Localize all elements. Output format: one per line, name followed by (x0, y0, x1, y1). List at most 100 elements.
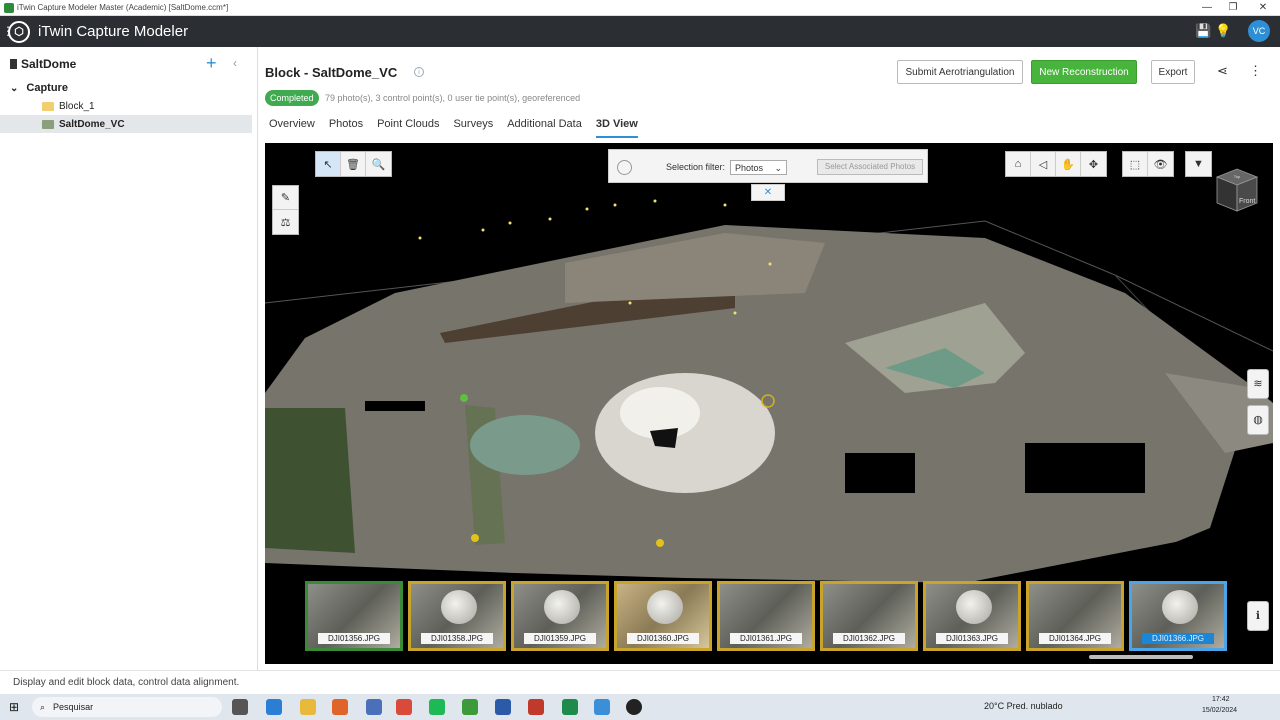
tree-item-block-1[interactable]: Block_1 (0, 97, 252, 115)
tab-3d-view[interactable]: 3D View (595, 118, 638, 138)
photo-thumbnail[interactable]: DJI01356.JPG (305, 581, 403, 651)
new-reconstruction-button[interactable]: New Reconstruction (1031, 60, 1137, 84)
filter-icon[interactable]: ▼ (1186, 152, 1211, 176)
bulb-icon[interactable]: 💡 (1215, 23, 1231, 39)
view-cube[interactable]: Top Front (1213, 165, 1261, 213)
visibility-icon[interactable]: 👁 (1148, 152, 1173, 176)
clock-time[interactable]: 17:42 (1212, 696, 1230, 703)
mesh-hole (845, 453, 915, 493)
status-text: Display and edit block data, control dat… (13, 677, 240, 688)
project-icon (10, 59, 17, 69)
photo-thumbnail[interactable]: DJI01363.JPG (923, 581, 1021, 651)
filmstrip-scrollbar[interactable] (1089, 655, 1193, 659)
spotify-icon[interactable] (429, 699, 445, 715)
photo-thumbnail[interactable]: DJI01361.JPG (717, 581, 815, 651)
os-taskbar: ⊞ ⌕ Pesquisar 20°C Pred. nublado 17:42 1… (0, 694, 1280, 720)
clock-date[interactable]: 15/02/2024 (1202, 707, 1237, 714)
save-icon[interactable]: 💾 (1195, 23, 1211, 39)
selection-filter-select[interactable]: Photos ⌄ (730, 160, 787, 175)
measure-icon[interactable]: ⚖ (273, 210, 298, 234)
submit-aerotriangulation-button[interactable]: Submit Aerotriangulation (897, 60, 1023, 84)
app-icon[interactable] (528, 699, 544, 715)
cube-top-label: Top (1234, 174, 1241, 179)
cube-front-label: Front (1239, 198, 1255, 205)
more-options-icon[interactable]: ⋮ (1249, 63, 1262, 79)
chevron-down-icon[interactable]: ⌄ (10, 83, 18, 94)
search-placeholder: Pesquisar (53, 702, 94, 712)
photo-thumbnail[interactable]: DJI01362.JPG (820, 581, 918, 651)
filter-reset-icon[interactable] (617, 160, 632, 175)
app-header: ⋮ ⬡ iTwin Capture Modeler 💾 💡 VC (0, 16, 1280, 47)
status-badge: Completed (265, 90, 319, 106)
export-button[interactable]: Export (1151, 60, 1195, 84)
app-icon[interactable] (594, 699, 610, 715)
selection-filter-panel: Selection filter: Photos ⌄ Select Associ… (608, 149, 928, 183)
info-icon[interactable]: i (414, 67, 424, 77)
main-panel: Block - SaltDome_VC i Completed 79 photo… (258, 47, 1280, 670)
photo-thumbnail[interactable]: DJI01364.JPG (1026, 581, 1124, 651)
pan-icon[interactable]: ✋ (1056, 152, 1081, 176)
tab-overview[interactable]: Overview (269, 118, 315, 138)
layers-icon[interactable]: ≋ (1247, 369, 1269, 399)
itwin-taskbar-icon[interactable] (462, 699, 478, 715)
block-summary: 79 photo(s), 3 control point(s), 0 user … (325, 93, 581, 103)
project-name[interactable]: SaltDome (21, 57, 76, 71)
tree-item-label: Capture (26, 82, 68, 94)
block-icon (42, 119, 54, 129)
photo-info-icon[interactable]: ℹ (1247, 601, 1269, 631)
page-title: Block - SaltDome_VC (265, 65, 398, 80)
photo-name: DJI01360.JPG (627, 633, 699, 644)
3d-viewport[interactable]: ↖ 🗑 🔍 ✎ ⚖ Selection filter: Photos ⌄ Sel… (265, 143, 1273, 664)
select-tool-icon[interactable]: ↖ (316, 152, 341, 176)
photo-name: DJI01366.JPG (1142, 633, 1214, 644)
tree-item-label: SaltDome_VC (59, 118, 125, 130)
photo-thumbnail-selected[interactable]: DJI01366.JPG (1129, 581, 1227, 651)
tab-photos[interactable]: Photos (329, 118, 363, 138)
word-icon[interactable] (495, 699, 511, 715)
rotate-icon[interactable]: ◁ (1031, 152, 1056, 176)
app-icon[interactable] (626, 699, 642, 715)
app-menu-icon[interactable]: ⋮ (2, 24, 14, 38)
tab-additional-data[interactable]: Additional Data (507, 118, 582, 138)
photo-thumbnail[interactable]: DJI01359.JPG (511, 581, 609, 651)
delete-icon[interactable]: 🗑 (341, 152, 366, 176)
zoom-icon[interactable]: 🔍 (366, 152, 391, 176)
fit-view-icon[interactable]: ⬚ (1123, 152, 1148, 176)
pin-panel-icon[interactable]: ✕ (751, 184, 785, 201)
photo-thumbnail[interactable]: DJI01360.JPG (614, 581, 712, 651)
add-button[interactable]: + (206, 53, 217, 74)
app-icon[interactable] (562, 699, 578, 715)
file-explorer-icon[interactable] (300, 699, 316, 715)
collapse-sidebar-icon[interactable]: ‹ (233, 56, 237, 70)
home-icon[interactable]: ⌂ (1006, 152, 1031, 176)
tree-item-saltdome-vc[interactable]: SaltDome_VC (0, 115, 252, 133)
taskbar-search[interactable]: ⌕ Pesquisar (32, 697, 222, 717)
photo-name: DJI01363.JPG (936, 633, 1008, 644)
selection-toolbar: ↖ 🗑 🔍 (315, 151, 392, 177)
share-icon[interactable]: ⋖ (1217, 63, 1228, 79)
select-associated-photos-button[interactable]: Select Associated Photos (817, 159, 923, 175)
tab-surveys[interactable]: Surveys (453, 118, 493, 138)
photo-name: DJI01362.JPG (833, 633, 905, 644)
filter-value: Photos (735, 163, 764, 173)
close-button[interactable]: ✕ (1248, 0, 1278, 16)
globe-icon[interactable]: ◍ (1247, 405, 1269, 435)
walk-icon[interactable]: ✥ (1081, 152, 1106, 176)
maximize-button[interactable]: ❐ (1218, 0, 1248, 16)
app-name: iTwin Capture Modeler (38, 23, 189, 40)
weather-widget[interactable]: 20°C Pred. nublado (984, 701, 1063, 711)
photo-filmstrip: DJI01356.JPG DJI01358.JPG DJI01359.JPG D… (305, 581, 1233, 653)
chrome-icon[interactable] (396, 699, 412, 715)
status-bar: Display and edit block data, control dat… (0, 670, 1280, 694)
windows-start-icon[interactable]: ⊞ (9, 700, 19, 714)
edit-icon[interactable]: ✎ (273, 186, 298, 210)
photo-thumbnail[interactable]: DJI01358.JPG (408, 581, 506, 651)
mail-icon[interactable] (366, 699, 382, 715)
edge-icon[interactable] (266, 699, 282, 715)
filter-label: Selection filter: (666, 162, 726, 172)
user-avatar[interactable]: VC (1248, 20, 1270, 42)
tree-item-capture[interactable]: ⌄ Capture (0, 79, 252, 97)
firefox-icon[interactable] (332, 699, 348, 715)
tab-point-clouds[interactable]: Point Clouds (377, 118, 439, 138)
task-view-icon[interactable] (232, 699, 248, 715)
